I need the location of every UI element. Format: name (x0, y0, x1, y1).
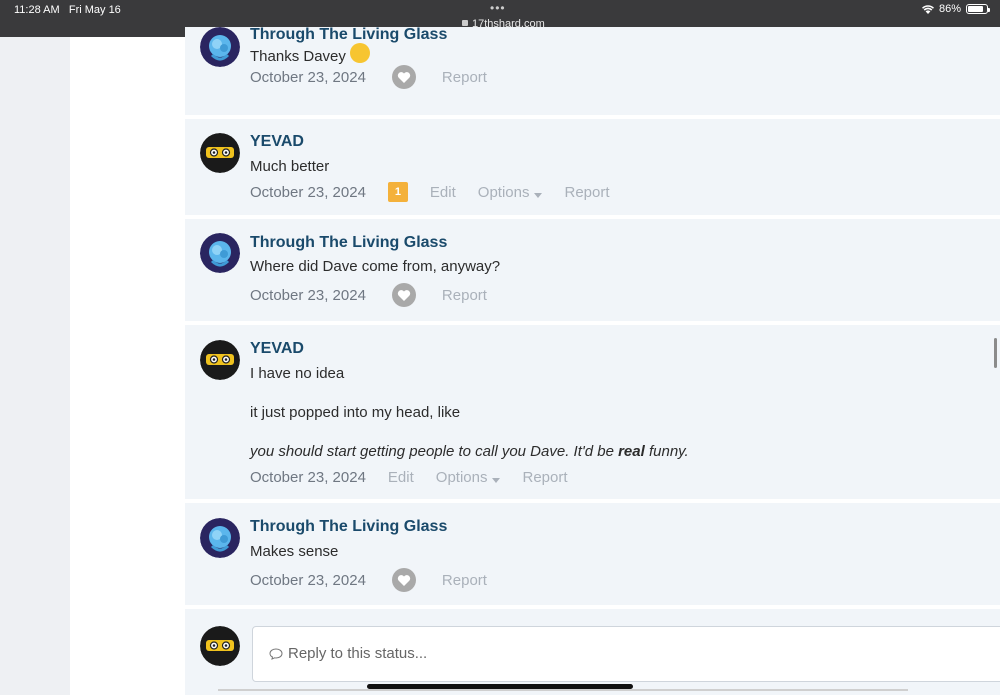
speech-bubble-icon (269, 647, 283, 660)
comment-author[interactable]: Through The Living Glass (250, 518, 447, 536)
avatar[interactable] (200, 518, 240, 558)
comment-text: Makes sense (250, 543, 339, 560)
comment-date[interactable]: October 23, 2024 (250, 572, 366, 589)
rose-avatar-icon (200, 233, 240, 273)
comment-text: Where did Dave come from, anyway? (250, 258, 501, 275)
options-menu[interactable]: Options (478, 184, 543, 201)
battery-icon (966, 4, 990, 14)
comment-date[interactable]: October 23, 2024 (250, 287, 366, 304)
options-menu[interactable]: Options (436, 469, 501, 486)
comment-item: YEVAD Much better October 23, 2024 1 Edi… (185, 119, 1000, 215)
rose-avatar-icon (200, 27, 240, 67)
grinning-face-icon (349, 43, 370, 63)
report-link[interactable]: Report (522, 469, 567, 486)
avatar[interactable] (200, 27, 240, 67)
comment-item: Through The Living Glass Makes sense Oct… (185, 503, 1000, 605)
report-link[interactable]: Report (442, 287, 487, 304)
lock-icon (462, 20, 468, 26)
wifi-icon (921, 4, 934, 14)
comment-text: Thanks Davey (250, 41, 370, 65)
reply-placeholder: Reply to this status... (288, 645, 428, 662)
scrollbar-thumb[interactable] (994, 338, 997, 368)
comment-meta: October 23, 2024 1 Edit Options Report (250, 180, 610, 204)
left-sidebar (0, 37, 70, 695)
edit-link[interactable]: Edit (430, 184, 456, 201)
comment-meta: October 23, 2024 Report (250, 65, 487, 89)
report-link[interactable]: Report (442, 572, 487, 589)
heart-icon[interactable] (391, 65, 416, 89)
comment-date[interactable]: October 23, 2024 (250, 69, 366, 86)
ninja-avatar-icon (200, 626, 240, 666)
comment-author[interactable]: YEVAD (250, 340, 304, 358)
comment-date[interactable]: October 23, 2024 (250, 469, 366, 486)
ninja-avatar-icon (200, 340, 240, 380)
comment-meta: October 23, 2024 Edit Options Report (250, 465, 568, 489)
comment-meta: October 23, 2024 Report (250, 568, 487, 592)
comment-author[interactable]: Through The Living Glass (250, 234, 447, 252)
heart-icon[interactable] (391, 568, 416, 592)
status-right: 86% (921, 3, 990, 15)
reaction-count-badge[interactable]: 1 (387, 182, 408, 202)
battery-percent: 86% (938, 3, 961, 15)
report-link[interactable]: Report (442, 69, 487, 86)
rose-avatar-icon (200, 518, 240, 558)
comment-text: it just popped into my head, like (250, 404, 461, 421)
caret-down-icon (492, 477, 501, 483)
heart-icon[interactable] (391, 283, 416, 307)
report-link[interactable]: Report (564, 184, 609, 201)
comment-item: Through The Living Glass Where did Dave … (185, 219, 1000, 321)
avatar[interactable] (200, 340, 240, 380)
bold-emphasis: real (618, 443, 645, 460)
avatar[interactable] (200, 233, 240, 273)
comment-item: Through The Living Glass Thanks Davey Oc… (185, 26, 1000, 115)
avatar (200, 626, 240, 666)
caret-down-icon (534, 192, 543, 198)
comment-date[interactable]: October 23, 2024 (250, 184, 366, 201)
divider (218, 689, 908, 691)
edit-link[interactable]: Edit (388, 469, 414, 486)
comment-text-quote: you should start getting people to call … (250, 443, 689, 460)
comment-author[interactable]: YEVAD (250, 133, 304, 151)
reply-input[interactable]: Reply to this status... (252, 626, 1000, 682)
comment-meta: October 23, 2024 Report (250, 283, 487, 307)
ninja-avatar-icon (200, 133, 240, 173)
home-indicator[interactable] (367, 684, 633, 689)
comment-text: Much better (250, 158, 330, 175)
avatar[interactable] (200, 133, 240, 173)
status-time: 11:28 AM Fri May 16 (14, 4, 121, 16)
comment-text: I have no idea (250, 365, 345, 382)
browser-menu-dots[interactable]: ••• (490, 1, 506, 15)
comment-item: YEVAD I have no idea it just popped into… (185, 325, 1000, 499)
